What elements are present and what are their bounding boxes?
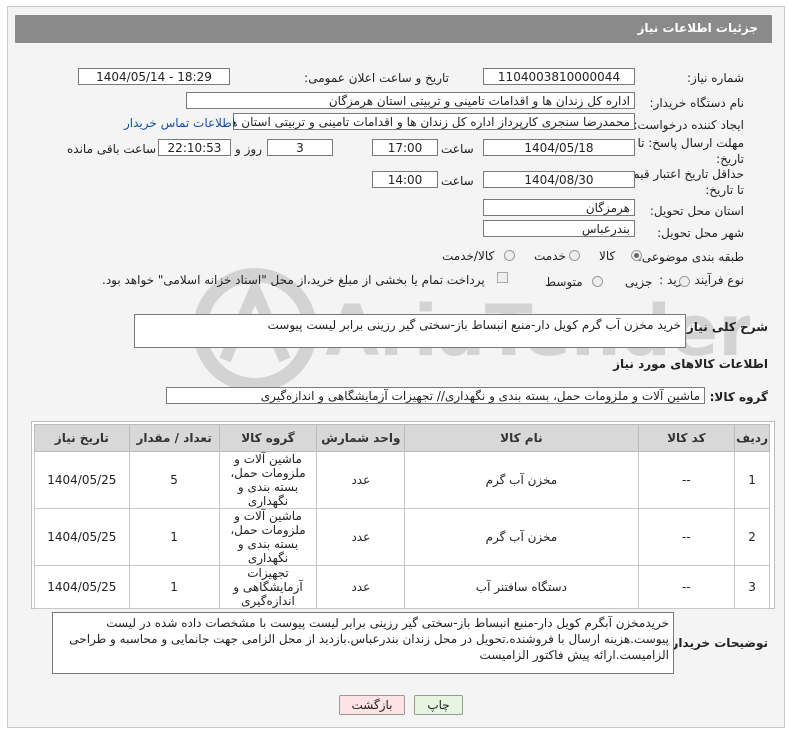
row-date: 1404/05/25 bbox=[34, 508, 130, 566]
category-option-goods-service: کالا/خدمت bbox=[442, 249, 495, 263]
buyer-org-label: نام دستگاه خریدار: bbox=[649, 96, 745, 110]
row-group: تجهیزات آزمایشگاهی و اندازه‌گیری bbox=[218, 565, 318, 609]
row-unit: عدد bbox=[316, 451, 406, 509]
row-name: دستگاه سافتنر آب bbox=[404, 565, 639, 609]
col-index-header: ردیف bbox=[734, 424, 770, 452]
announce-datetime-field: 1404/05/14 - 18:29 bbox=[78, 68, 230, 85]
province-label: استان محل تحویل: bbox=[649, 204, 744, 218]
requester-label: ایجاد کننده درخواست: bbox=[633, 118, 744, 132]
row-name: مخزن آب گرم bbox=[404, 451, 639, 509]
treasury-payment-checkbox[interactable] bbox=[497, 272, 508, 283]
row-index: 1 bbox=[734, 451, 770, 509]
reply-time-label: ساعت bbox=[441, 142, 474, 156]
row-index: 2 bbox=[734, 508, 770, 566]
buyer-contact-link[interactable]: اطلاعات تماس خریدار bbox=[124, 116, 235, 130]
category-option-goods: کالا bbox=[599, 249, 616, 263]
category-radio-goods-service[interactable] bbox=[504, 250, 515, 261]
process-radio-minor[interactable] bbox=[679, 276, 690, 287]
remaining-time-field: 22:10:53 bbox=[158, 139, 231, 156]
days-and-label: روز و bbox=[235, 142, 262, 156]
need-number-field: 1104003810000044 bbox=[483, 68, 635, 85]
validity-time-field: 14:00 bbox=[372, 171, 438, 188]
row-code: -- bbox=[637, 451, 736, 509]
col-name-header: نام کالا bbox=[404, 424, 639, 452]
category-radio-service[interactable] bbox=[569, 250, 580, 261]
table-header-row: ردیف کد کالا نام کالا واحد شمارش گروه کا… bbox=[34, 424, 770, 452]
row-group: ماشین آلات و ملزومات حمل، بسته بندی و نگ… bbox=[218, 508, 318, 566]
payment-note: پرداخت تمام یا بخشی از مبلغ خرید،از محل … bbox=[102, 273, 485, 287]
remaining-label: ساعت باقی مانده bbox=[67, 142, 157, 156]
process-radio-medium[interactable] bbox=[592, 276, 603, 287]
page-title: جزئیات اطلاعات نیاز bbox=[637, 21, 758, 35]
print-button[interactable]: چاپ bbox=[414, 695, 463, 715]
category-option-service: خدمت bbox=[534, 249, 566, 263]
table-row[interactable]: 1 -- مخزن آب گرم عدد ماشین آلات و ملزوما… bbox=[34, 451, 770, 509]
col-qty-header: تعداد / مقدار bbox=[128, 424, 220, 452]
general-desc-label: شرح کلی نیاز: bbox=[682, 320, 768, 334]
province-field: هرمزگان bbox=[483, 199, 635, 216]
col-group-header: گروه کالا bbox=[218, 424, 318, 452]
buyer-notes-label: توضیحات خریدار: bbox=[666, 636, 768, 650]
city-label: شهر محل تحویل: bbox=[657, 226, 744, 240]
table-row[interactable]: 3 -- دستگاه سافتنر آب عدد تجهیزات آزمایش… bbox=[34, 565, 770, 609]
row-name: مخزن آب گرم bbox=[404, 508, 639, 566]
row-group: ماشین آلات و ملزومات حمل، بسته بندی و نگ… bbox=[218, 451, 318, 509]
back-button[interactable]: بازگشت bbox=[339, 695, 405, 715]
city-field: بندرعباس bbox=[483, 220, 635, 237]
category-label: طبقه بندی موضوعی: bbox=[637, 250, 744, 264]
row-qty: 1 bbox=[128, 508, 220, 566]
announce-datetime-label: تاریخ و ساعت اعلان عمومی: bbox=[304, 71, 449, 85]
general-desc-field: خرید مخزن آب گرم کویل دار-منبع انبساط با… bbox=[134, 314, 686, 348]
requester-field: محمدرضا سنجری کارپرداز اداره کل زندان ها… bbox=[233, 113, 635, 130]
row-index: 3 bbox=[734, 565, 770, 609]
row-date: 1404/05/25 bbox=[34, 565, 130, 609]
goods-table: ردیف کد کالا نام کالا واحد شمارش گروه کا… bbox=[34, 424, 770, 609]
row-qty: 5 bbox=[128, 451, 220, 509]
goods-group-field: ماشین آلات و ملزومات حمل، بسته بندی و نگ… bbox=[166, 387, 705, 404]
buyer-notes-field: خریدمخزن آبگرم کویل دار-منبع انبساط باز-… bbox=[52, 612, 674, 674]
row-unit: عدد bbox=[316, 508, 406, 566]
col-unit-header: واحد شمارش bbox=[316, 424, 406, 452]
validity-time-label: ساعت bbox=[441, 174, 474, 188]
need-number-label: شماره نیاز: bbox=[687, 71, 744, 85]
reply-date-field: 1404/05/18 bbox=[483, 139, 635, 156]
row-code: -- bbox=[637, 508, 736, 566]
reply-time-field: 17:00 bbox=[372, 139, 438, 156]
goods-group-label: گروه کالا: bbox=[709, 390, 768, 404]
row-qty: 1 bbox=[128, 565, 220, 609]
title-bar: جزئیات اطلاعات نیاز bbox=[15, 15, 772, 43]
row-unit: عدد bbox=[316, 565, 406, 609]
col-date-header: تاریخ نیاز bbox=[34, 424, 130, 452]
reply-days-field: 3 bbox=[267, 139, 333, 156]
table-row[interactable]: 2 -- مخزن آب گرم عدد ماشین آلات و ملزوما… bbox=[34, 508, 770, 566]
category-radio-goods[interactable] bbox=[631, 250, 642, 261]
process-option-medium: متوسط bbox=[545, 275, 583, 289]
row-code: -- bbox=[637, 565, 736, 609]
goods-info-heading: اطلاعات کالاهای مورد نیاز bbox=[613, 357, 768, 371]
buyer-org-field: اداره کل زندان ها و اقدامات تامینی و ترب… bbox=[186, 92, 635, 109]
process-type-label: نوع فرآیند خرید : bbox=[659, 273, 744, 287]
process-option-minor: جزیی bbox=[625, 275, 653, 289]
reply-deadline-label: مهلت ارسال پاسخ: تا تاریخ: bbox=[637, 136, 744, 166]
col-code-header: کد کالا bbox=[637, 424, 736, 452]
row-date: 1404/05/25 bbox=[34, 451, 130, 509]
validity-date-field: 1404/08/30 bbox=[483, 171, 635, 188]
